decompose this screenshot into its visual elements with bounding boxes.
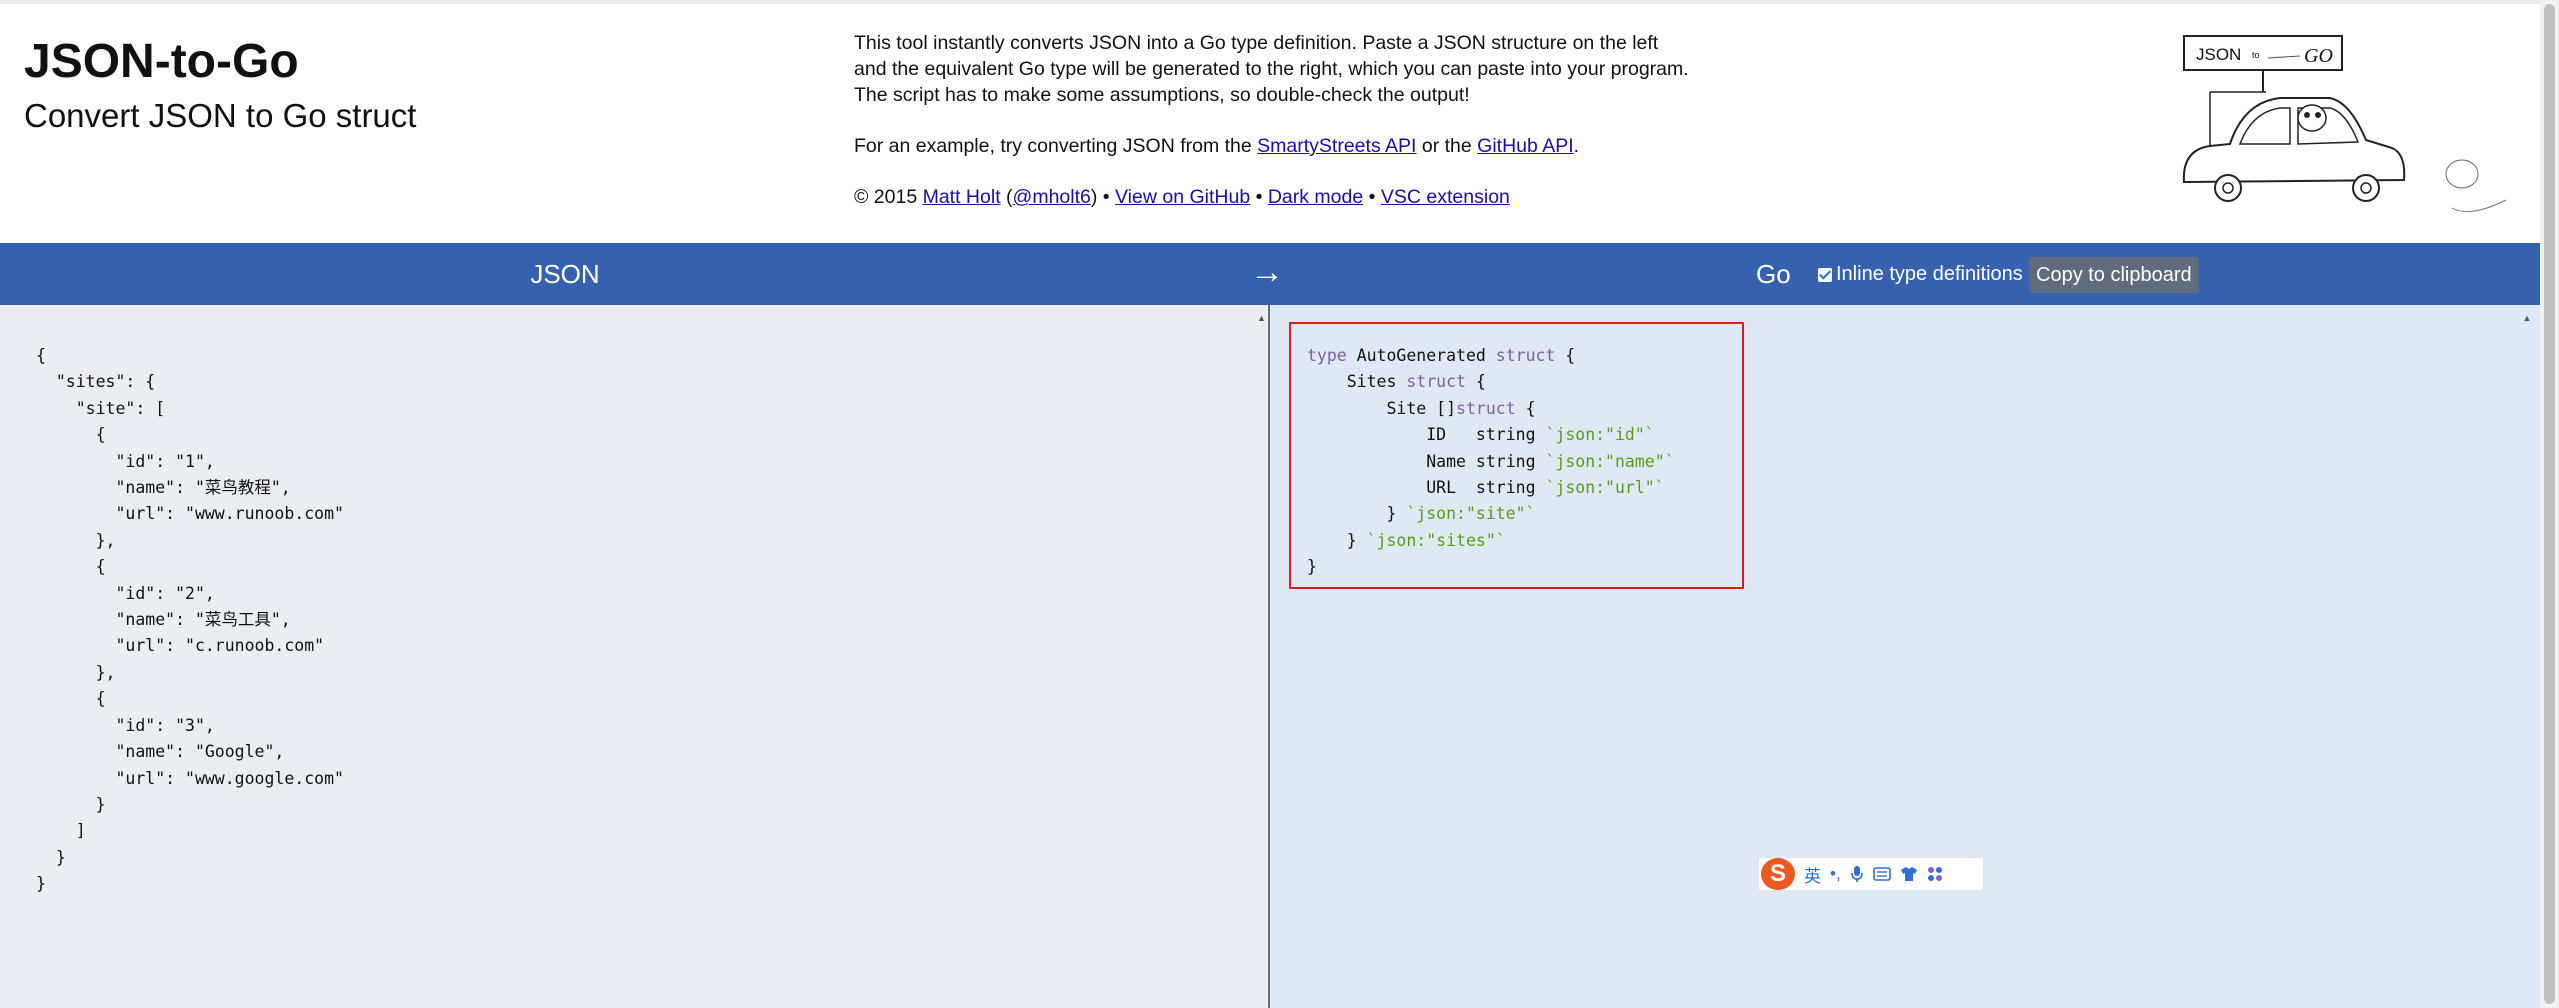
go-panel-label: Go	[1756, 259, 1791, 289]
smartystreets-link[interactable]: SmartyStreets API	[1257, 135, 1416, 157]
credits-line: © 2015 Matt Holt (@mholt6) • View on Git…	[854, 184, 1694, 210]
struct-keyword: struct	[1406, 372, 1466, 392]
example-prefix: For an example, try converting JSON from…	[854, 135, 1258, 157]
example-mid: or the	[1416, 135, 1478, 157]
twitter-handle-link[interactable]: @mholt6	[1013, 186, 1091, 208]
intro-text: This tool instantly converts JSON into a…	[854, 32, 1689, 106]
sogou-logo-icon[interactable]: S	[1761, 858, 1795, 890]
json-pane-scrollbar[interactable]: ▲	[1255, 305, 1268, 1008]
logo-to-text: to	[2252, 50, 2260, 60]
author-link[interactable]: Matt Holt	[923, 186, 1001, 208]
copy-to-clipboard-button[interactable]: Copy to clipboard	[2029, 257, 2199, 293]
sites-field: Sites	[1346, 372, 1397, 392]
field-type: string	[1475, 451, 1536, 471]
field-tag: `json:"name"`	[1545, 451, 1675, 471]
vsc-extension-link[interactable]: VSC extension	[1381, 186, 1510, 208]
dark-mode-link[interactable]: Dark mode	[1268, 186, 1363, 208]
site-tag: `json:"site"`	[1406, 504, 1536, 524]
handle-close: ) •	[1090, 186, 1116, 208]
copyright-text: © 2015	[854, 186, 923, 208]
type-keyword: type	[1307, 346, 1347, 365]
handle-open: (	[1000, 186, 1013, 208]
inline-checkbox-label: Inline type definitions	[1836, 263, 2023, 285]
logo-json-text: JSON	[2196, 45, 2241, 64]
sites-tag: `json:"sites"`	[1366, 530, 1506, 550]
slice-marker: []	[1436, 398, 1457, 418]
field-name: Name	[1426, 451, 1466, 471]
keyboard-icon[interactable]	[1872, 867, 1891, 881]
page-title: JSON-to-Go	[24, 35, 299, 88]
example-text: For an example, try converting JSON from…	[854, 133, 1694, 159]
struct-keyword: struct	[1495, 346, 1556, 365]
converter-toolbar: JSON → Go Inline type definitions Copy t…	[0, 243, 2540, 305]
page-scrollbar-thumb[interactable]	[2544, 4, 2555, 1004]
arrow-right-icon: →	[1250, 253, 1284, 291]
github-api-link[interactable]: GitHub API	[1477, 135, 1573, 157]
json-panel-label: JSON	[530, 259, 600, 289]
field-name: URL	[1426, 478, 1457, 498]
logo-go-text: GO	[2304, 45, 2333, 67]
page-header: JSON-to-Go Convert JSON to Go struct Thi…	[0, 4, 2540, 242]
field-type: string	[1475, 425, 1536, 445]
go-pane-scrollbar[interactable]: ▲	[2518, 305, 2536, 1008]
example-suffix: .	[1573, 135, 1580, 157]
separator: •	[1363, 186, 1381, 208]
json-input-text[interactable]: { "sites": { "site": [ { "id": "1", "nam…	[36, 343, 344, 898]
inline-type-definitions-toggle[interactable]: Inline type definitions	[1818, 263, 2023, 286]
field-type: string	[1475, 478, 1536, 498]
view-on-github-link[interactable]: View on GitHub	[1115, 186, 1250, 208]
field-tag: `json:"url"`	[1545, 478, 1665, 498]
gopher-car-logo: JSON to GO	[2182, 35, 2507, 213]
language-toggle[interactable]: 英	[1804, 862, 1821, 887]
field-tag: `json:"id"`	[1545, 425, 1655, 445]
description: This tool instantly converts JSON into a…	[854, 30, 1694, 235]
input-method-toolbar[interactable]: S 英 •,	[1758, 857, 1984, 891]
separator: •	[1250, 186, 1268, 208]
field-name: ID	[1426, 425, 1447, 445]
scroll-up-icon[interactable]: ▲	[1255, 313, 1268, 323]
microphone-icon[interactable]	[1850, 865, 1864, 883]
page-subtitle: Convert JSON to Go struct	[24, 97, 417, 134]
scroll-up-icon[interactable]: ▲	[2518, 313, 2536, 323]
struct-keyword: struct	[1456, 398, 1516, 418]
skin-icon[interactable]	[1900, 866, 1918, 882]
site-field: Site	[1386, 398, 1427, 418]
go-output-code: type AutoGenerated struct { Sites struct…	[1307, 346, 1675, 577]
grid-icon[interactable]	[1927, 866, 1943, 882]
type-name: AutoGenerated	[1356, 346, 1486, 365]
inline-checkbox[interactable]	[1818, 267, 1832, 282]
punctuation-toggle[interactable]: •,	[1830, 864, 1841, 884]
page-scrollbar[interactable]	[2540, 0, 2559, 1008]
